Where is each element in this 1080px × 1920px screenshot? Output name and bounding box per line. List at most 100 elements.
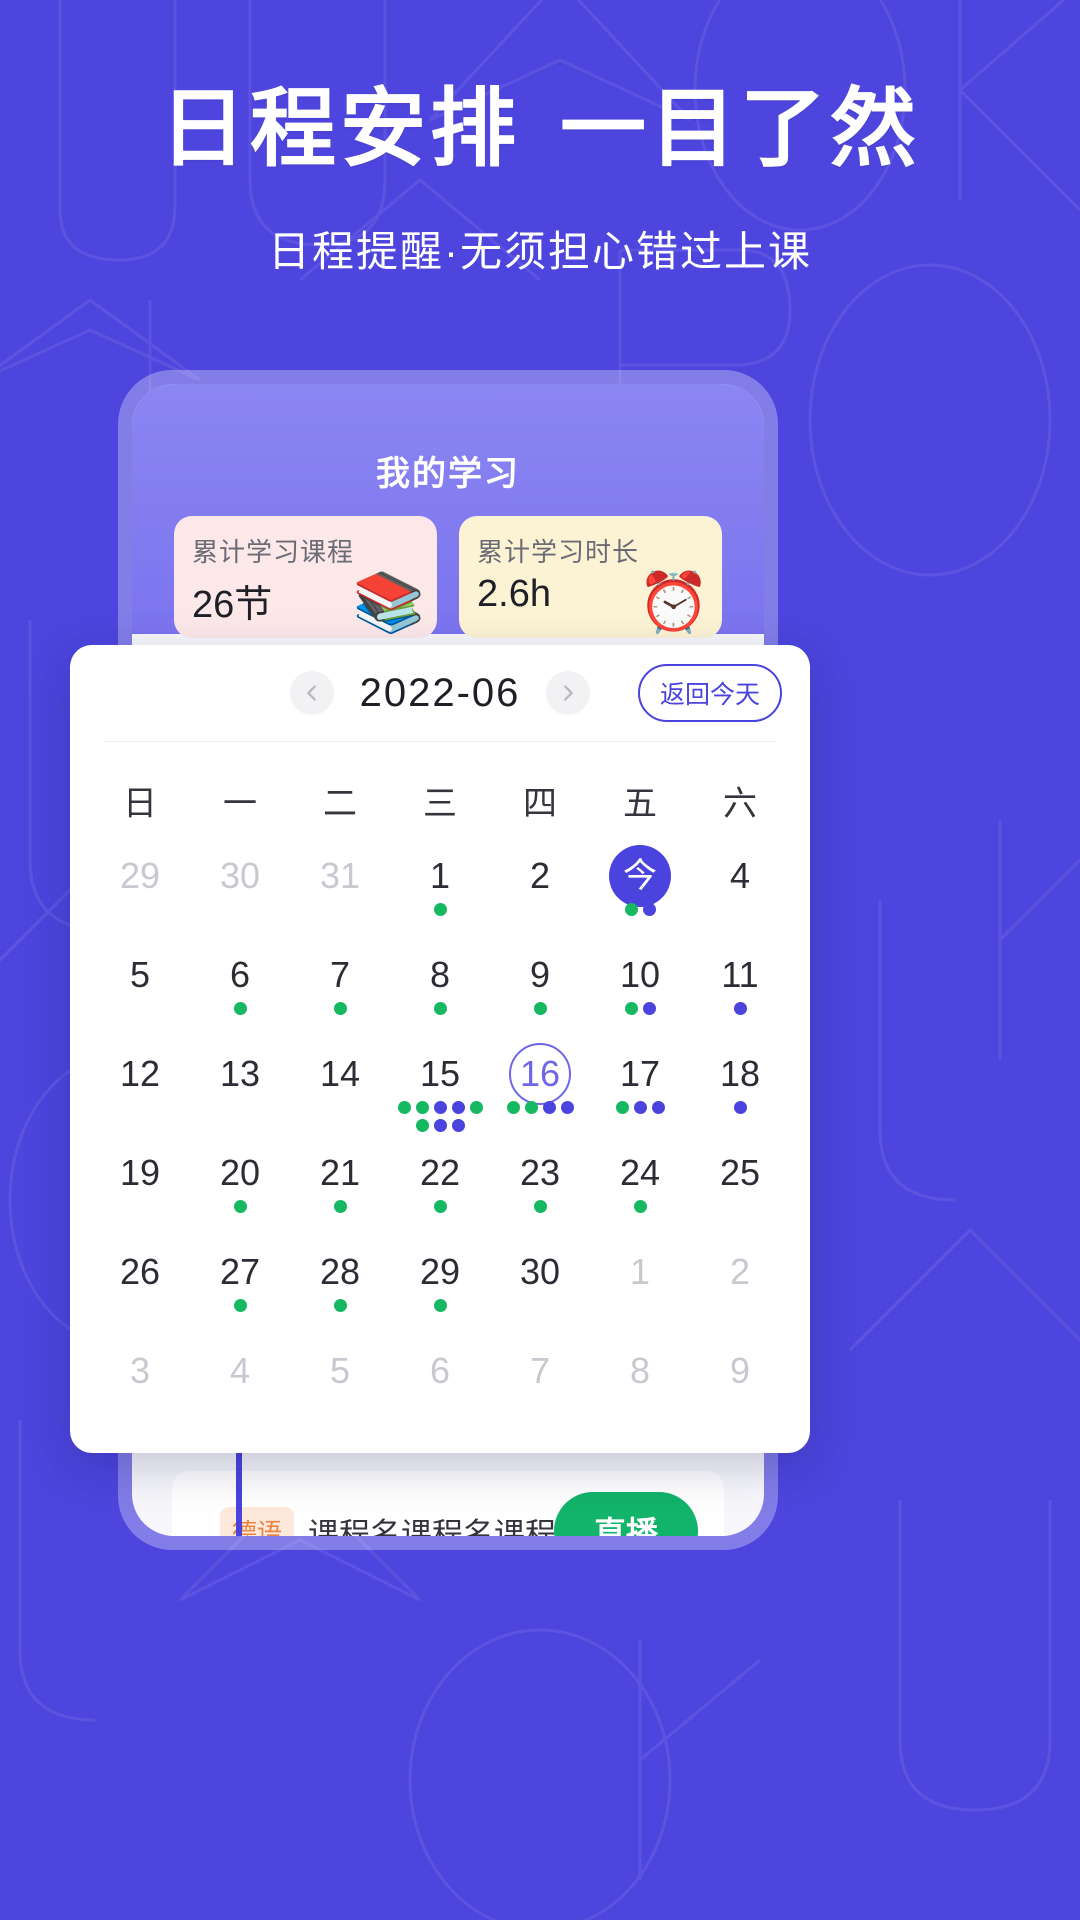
calendar-day[interactable]: 20 <box>190 1128 290 1227</box>
calendar-day-event-dots <box>597 1002 683 1015</box>
calendar-day[interactable]: 2 <box>490 831 590 930</box>
calendar-day-event-dots <box>397 1002 483 1015</box>
event-dot-green <box>615 1101 629 1114</box>
calendar-day-event-dots <box>197 1200 283 1213</box>
calendar-day-number: 28 <box>319 1251 361 1292</box>
calendar-day-event-dots <box>497 1002 583 1015</box>
calendar-day[interactable]: 13 <box>190 1029 290 1128</box>
books-icon: 📚 <box>352 570 425 635</box>
calendar-day[interactable]: 9 <box>690 1326 790 1425</box>
calendar-day-today[interactable]: 今 <box>590 831 690 930</box>
next-month-button[interactable] <box>546 671 591 715</box>
calendar-day[interactable]: 27 <box>190 1227 290 1326</box>
course-list-item[interactable]: 德语 课程名课程名课程名 直播 <box>172 1435 724 1537</box>
headline-right: 一目了然 <box>560 81 920 177</box>
prev-month-button[interactable] <box>289 671 334 715</box>
calendar-day[interactable]: 24 <box>590 1128 690 1227</box>
calendar-day[interactable]: 9 <box>490 930 590 1029</box>
calendar-day[interactable]: 29 <box>390 1227 490 1326</box>
event-dot-blue <box>633 1101 647 1114</box>
calendar-day[interactable]: 31 <box>290 831 390 930</box>
calendar-day[interactable]: 11 <box>690 930 790 1029</box>
calendar-day[interactable]: 4 <box>690 831 790 930</box>
calendar-day[interactable]: 1 <box>590 1227 690 1326</box>
calendar-day[interactable]: 25 <box>690 1128 790 1227</box>
calendar-day[interactable]: 14 <box>290 1029 390 1128</box>
calendar-day[interactable]: 12 <box>90 1029 190 1128</box>
calendar-day[interactable]: 6 <box>390 1326 490 1425</box>
calendar-day[interactable]: 30 <box>190 831 290 930</box>
calendar-day[interactable]: 8 <box>590 1326 690 1425</box>
course-name-label: 课程名课程名课程名 <box>308 1516 554 1537</box>
back-to-today-button[interactable]: 返回今天 <box>637 664 782 722</box>
calendar-day[interactable]: 8 <box>390 930 490 1029</box>
headline-left: 日程安排 <box>160 81 520 177</box>
calendar-day[interactable]: 26 <box>90 1227 190 1326</box>
calendar-day[interactable]: 1 <box>390 831 490 930</box>
calendar-day-number: 24 <box>619 1152 661 1193</box>
calendar-day-number: 1 <box>429 855 451 896</box>
calendar-day[interactable]: 22 <box>390 1128 490 1227</box>
calendar-day[interactable]: 15 <box>390 1029 490 1132</box>
calendar-day-number: 19 <box>119 1152 161 1193</box>
calendar-day-number: 15 <box>419 1053 461 1094</box>
stat-card-courses[interactable]: 累计学习课程 26节 📚 <box>174 516 437 638</box>
calendar-day[interactable]: 5 <box>90 930 190 1029</box>
calendar-day[interactable]: 21 <box>290 1128 390 1227</box>
calendar-day-number: 2 <box>729 1251 751 1292</box>
event-dot-green <box>433 903 447 916</box>
calendar-day[interactable]: 19 <box>90 1128 190 1227</box>
event-dot-green <box>233 1299 247 1312</box>
event-dot-green <box>233 1002 247 1015</box>
calendar-day[interactable]: 5 <box>290 1326 390 1425</box>
calendar-grid: 29 30 31 1 2 今 4 5 6 7 8 9 10 11 12 13 14 15 16 17 18 19 20 21 2… <box>70 831 810 1425</box>
calendar-day[interactable]: 6 <box>190 930 290 1029</box>
calendar-day[interactable]: 29 <box>90 831 190 930</box>
live-button[interactable]: 直播 <box>553 1492 698 1536</box>
event-dot-blue <box>451 1101 465 1114</box>
event-dot-green <box>524 1101 538 1114</box>
calendar-day-event-dots <box>297 1200 383 1213</box>
calendar-day-event-dots <box>597 1101 683 1114</box>
calendar-day[interactable]: 18 <box>690 1029 790 1128</box>
event-dot-blue <box>651 1101 665 1114</box>
calendar-day[interactable]: 17 <box>590 1029 690 1128</box>
calendar-day-selected[interactable]: 16 <box>490 1029 590 1128</box>
calendar-day-number: 1 <box>629 1251 651 1292</box>
event-dot-blue <box>560 1101 574 1114</box>
course-language-tag: 德语 <box>220 1507 295 1536</box>
calendar-day[interactable]: 3 <box>90 1326 190 1425</box>
calendar-day-event-dots <box>497 1101 583 1114</box>
chevron-right-icon <box>564 685 574 701</box>
calendar-day[interactable]: 28 <box>290 1227 390 1326</box>
calendar-day-number: 3 <box>129 1350 151 1391</box>
event-dot-green <box>333 1002 347 1015</box>
calendar-day[interactable]: 30 <box>490 1227 590 1326</box>
calendar-day[interactable]: 4 <box>190 1326 290 1425</box>
stat-label: 累计学习时长 <box>477 537 640 567</box>
calendar-day-number: 29 <box>419 1251 461 1292</box>
event-dot-green <box>415 1101 429 1114</box>
calendar-day[interactable]: 10 <box>590 930 690 1029</box>
calendar-weekday-6: 六 <box>723 785 757 823</box>
stat-label: 累计学习课程 <box>192 537 355 567</box>
calendar-header: 2022-06 返回今天 <box>70 645 810 741</box>
calendar-month-label: 2022-06 <box>359 670 521 715</box>
stat-card-duration[interactable]: 累计学习时长 2.6h ⏰ <box>459 516 722 638</box>
calendar-day-number: 30 <box>219 855 261 896</box>
calendar-day[interactable]: 23 <box>490 1128 590 1227</box>
calendar-day-number: 30 <box>519 1251 561 1292</box>
calendar-week-row: 29 30 31 1 2 今 4 <box>90 831 790 930</box>
calendar-day[interactable]: 2 <box>690 1227 790 1326</box>
event-dot-green <box>397 1101 411 1114</box>
event-dot-blue <box>733 1002 747 1015</box>
event-dot-blue <box>433 1101 447 1114</box>
calendar-day-number: 9 <box>529 954 551 995</box>
event-dot-blue <box>733 1101 747 1114</box>
calendar-day-number: 17 <box>619 1053 661 1094</box>
event-dot-green <box>506 1101 520 1114</box>
calendar-day[interactable]: 7 <box>290 930 390 1029</box>
calendar-day-number: 13 <box>219 1053 261 1094</box>
calendar-day-event-dots <box>197 1299 283 1312</box>
calendar-day[interactable]: 7 <box>490 1326 590 1425</box>
